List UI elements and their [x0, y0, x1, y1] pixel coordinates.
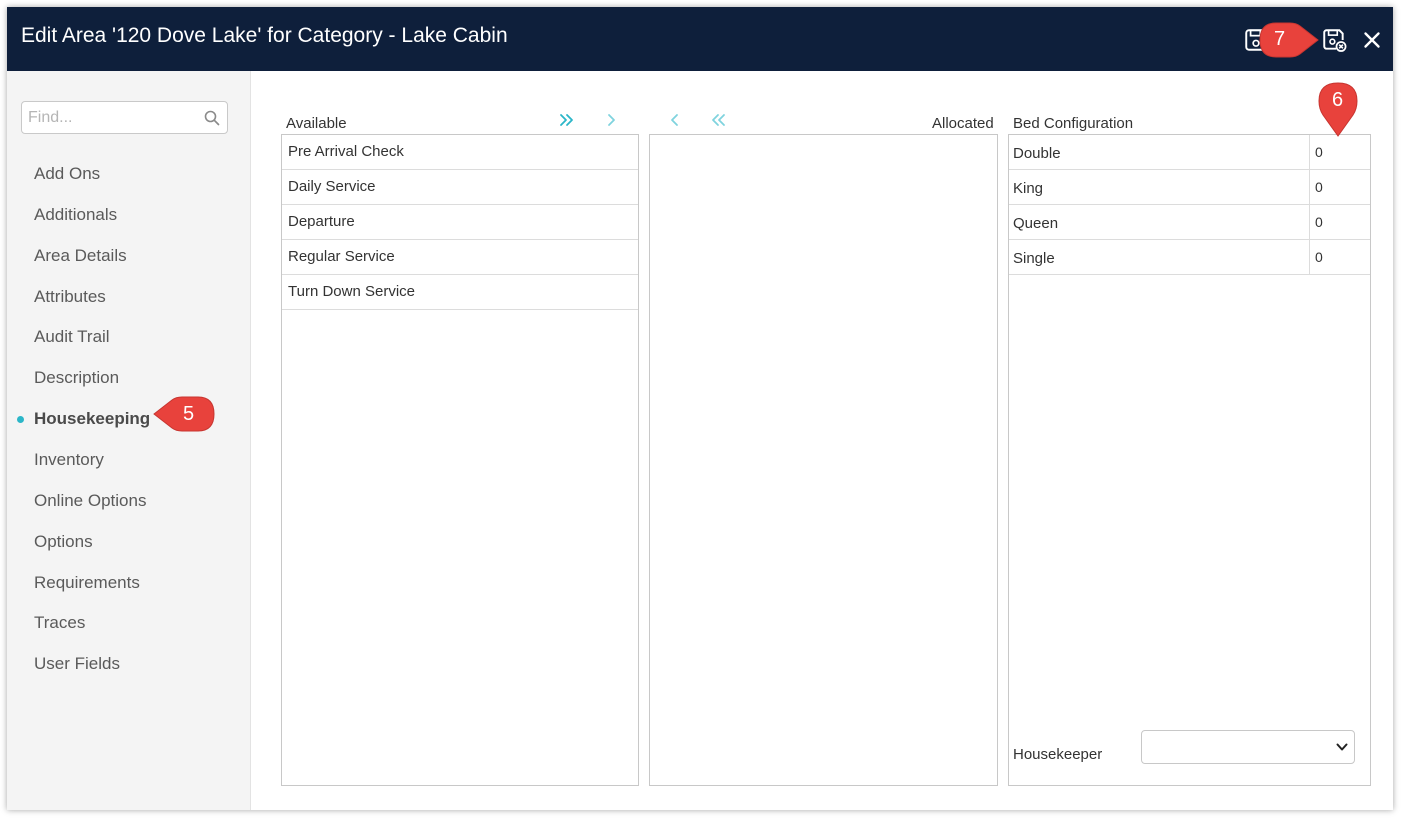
sidebar-item-inventory[interactable]: Inventory	[34, 450, 104, 470]
housekeeper-select[interactable]	[1141, 730, 1355, 764]
callout-6-label: 6	[1332, 89, 1344, 111]
available-list: Pre Arrival Check Daily Service Departur…	[281, 134, 639, 786]
allocated-label: Allocated	[932, 115, 994, 132]
move-all-right-icon[interactable]	[558, 111, 576, 129]
move-right-icon[interactable]	[603, 111, 621, 129]
chevron-down-icon	[1336, 743, 1348, 751]
sidebar-item-attributes[interactable]: Attributes	[34, 287, 106, 307]
bed-row-double: Double 0	[1009, 135, 1370, 170]
bed-quantity-field[interactable]: 0	[1309, 170, 1369, 204]
close-icon[interactable]	[1359, 27, 1385, 53]
search-input[interactable]	[21, 101, 228, 134]
available-label: Available	[286, 115, 347, 132]
list-item[interactable]: Daily Service	[282, 170, 638, 205]
search-icon[interactable]	[204, 110, 220, 126]
list-item[interactable]: Regular Service	[282, 240, 638, 275]
sidebar-item-options[interactable]: Options	[34, 532, 93, 552]
sidebar-item-housekeeping[interactable]: Housekeeping	[34, 409, 150, 429]
allocated-list[interactable]	[649, 134, 998, 786]
bed-configuration-label: Bed Configuration	[1013, 115, 1134, 132]
move-left-icon[interactable]	[665, 111, 683, 129]
save-and-close-icon[interactable]	[1321, 27, 1347, 53]
sidebar-item-requirements[interactable]: Requirements	[34, 573, 140, 593]
sidebar: Add Ons Additionals Area Details Attribu…	[7, 71, 251, 810]
bed-name: King	[1013, 180, 1044, 197]
bed-quantity-field[interactable]: 0	[1309, 240, 1369, 274]
sidebar-item-traces[interactable]: Traces	[34, 613, 85, 633]
bed-quantity-field[interactable]: 0	[1309, 135, 1369, 169]
move-all-left-icon[interactable]	[709, 111, 727, 129]
bed-name: Queen	[1013, 215, 1059, 232]
sidebar-item-user-fields[interactable]: User Fields	[34, 654, 120, 674]
housekeeper-label: Housekeeper	[1013, 746, 1103, 763]
bed-row-single: Single 0	[1009, 240, 1370, 275]
callout-5-label: 5	[183, 403, 195, 425]
active-indicator-dot	[17, 416, 24, 423]
title-bar: Edit Area '120 Dove Lake' for Category -…	[7, 7, 1393, 71]
list-item[interactable]: Pre Arrival Check	[282, 135, 638, 170]
bed-quantity-field[interactable]: 0	[1309, 205, 1369, 239]
list-item[interactable]: Departure	[282, 205, 638, 240]
edit-area-window: Edit Area '120 Dove Lake' for Category -…	[7, 7, 1393, 810]
bed-name: Single	[1013, 250, 1055, 267]
list-item[interactable]: Turn Down Service	[282, 275, 638, 310]
bed-name: Double	[1013, 145, 1061, 162]
bed-row-king: King 0	[1009, 170, 1370, 205]
sidebar-item-description[interactable]: Description	[34, 368, 119, 388]
bed-row-queen: Queen 0	[1009, 205, 1370, 240]
callout-7-label: 7	[1274, 28, 1286, 50]
sidebar-item-area-details[interactable]: Area Details	[34, 246, 127, 266]
sidebar-item-audit-trail[interactable]: Audit Trail	[34, 327, 110, 347]
callout-7	[1259, 22, 1319, 58]
bed-configuration-panel: Double 0 King 0 Queen 0 Single 0	[1008, 134, 1371, 786]
sidebar-item-add-ons[interactable]: Add Ons	[34, 164, 100, 184]
sidebar-item-online-options[interactable]: Online Options	[34, 491, 146, 511]
window-title: Edit Area '120 Dove Lake' for Category -…	[21, 24, 508, 47]
sidebar-item-additionals[interactable]: Additionals	[34, 205, 117, 225]
